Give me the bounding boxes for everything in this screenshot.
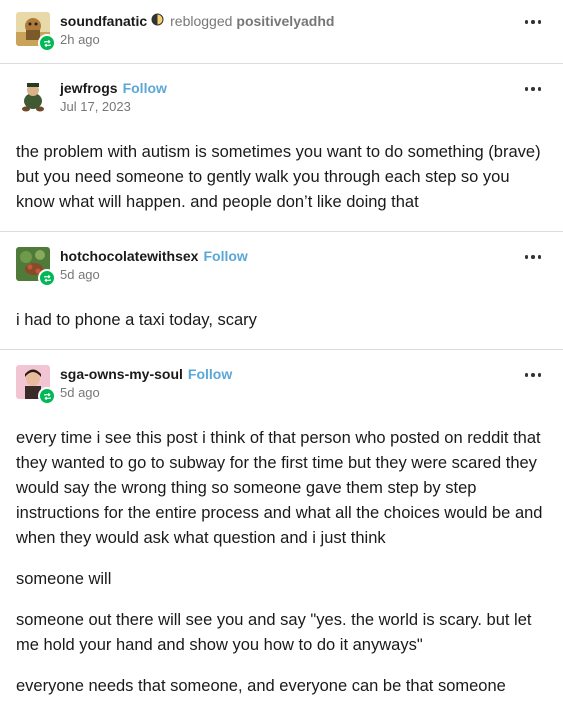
reblog-icon	[38, 34, 56, 52]
avatar-jewfrogs[interactable]	[16, 79, 50, 113]
follow-button[interactable]: Follow	[203, 247, 247, 265]
post-username[interactable]: jewfrogs	[60, 79, 118, 97]
post-paragraph: someone will	[16, 570, 112, 588]
avatar-hotchocolatewithsex[interactable]	[16, 247, 56, 287]
post-date[interactable]: 5d ago	[60, 266, 248, 284]
post-paragraph: every time i see this post i think of th…	[16, 429, 543, 547]
post-header: jewfrogs Follow Jul 17, 2023	[0, 79, 563, 116]
reblog-icon	[38, 269, 56, 287]
follow-button[interactable]: Follow	[188, 365, 232, 383]
post-paragraph: i had to phone a taxi today, scary	[16, 311, 257, 329]
post-body: every time i see this post i think of th…	[0, 426, 563, 699]
post-paragraph: the problem with autism is sometimes you…	[16, 143, 541, 211]
post-hotchocolatewithsex: hotchocolatewithsex Follow 5d ago	[0, 247, 563, 287]
more-options-icon[interactable]	[524, 255, 541, 259]
post-header: sga-owns-my-soul Follow 5d ago	[0, 365, 563, 405]
reblogged-from-username[interactable]: positivelyadhd	[236, 12, 334, 30]
post-sga-owns-my-soul: sga-owns-my-soul Follow 5d ago	[0, 365, 563, 405]
divider	[0, 349, 563, 350]
post-author-line: sga-owns-my-soul Follow	[60, 365, 232, 383]
follow-button[interactable]: Follow	[123, 79, 167, 97]
post-paragraph: someone out there will see you and say "…	[16, 611, 532, 654]
post-date[interactable]: Jul 17, 2023	[60, 98, 167, 116]
more-options-icon[interactable]	[524, 373, 541, 377]
post-author-line: jewfrogs Follow	[60, 79, 167, 97]
post-date[interactable]: 5d ago	[60, 384, 232, 402]
reblog-meta: soundfanatic reblogged positivelyadhd 2h…	[60, 12, 334, 49]
divider	[0, 63, 563, 64]
reblog-line: soundfanatic reblogged positivelyadhd	[60, 12, 334, 30]
reblog-header: soundfanatic reblogged positivelyadhd 2h…	[0, 12, 563, 52]
reblogger-username[interactable]: soundfanatic	[60, 12, 147, 30]
post-paragraph: everyone needs that someone, and everyon…	[16, 677, 506, 695]
post-username[interactable]: hotchocolatewithsex	[60, 247, 198, 265]
avatar-image	[16, 79, 50, 113]
reblog-icon	[38, 387, 56, 405]
reblogged-label: reblogged	[170, 13, 233, 29]
post-meta: jewfrogs Follow Jul 17, 2023	[60, 79, 167, 116]
reblog-time[interactable]: 2h ago	[60, 31, 334, 49]
post-jewfrogs: jewfrogs Follow Jul 17, 2023	[0, 79, 563, 116]
more-options-icon[interactable]	[524, 87, 541, 91]
more-options-icon[interactable]	[524, 20, 541, 24]
divider	[0, 231, 563, 232]
post-header: hotchocolatewithsex Follow 5d ago	[0, 247, 563, 287]
half-moon-badge-icon	[151, 12, 164, 30]
reblog-header-row: soundfanatic reblogged positivelyadhd 2h…	[0, 12, 563, 52]
post-meta: sga-owns-my-soul Follow 5d ago	[60, 365, 232, 402]
post-text: the problem with autism is sometimes you…	[0, 140, 563, 215]
post-text: i had to phone a taxi today, scary	[0, 308, 563, 333]
post-text: every time i see this post i think of th…	[0, 426, 563, 699]
avatar-sga-owns-my-soul[interactable]	[16, 365, 56, 405]
avatar-soundfanatic[interactable]	[16, 12, 56, 52]
post-meta: hotchocolatewithsex Follow 5d ago	[60, 247, 248, 284]
post-author-line: hotchocolatewithsex Follow	[60, 247, 248, 265]
post-body: the problem with autism is sometimes you…	[0, 140, 563, 215]
post-body: i had to phone a taxi today, scary	[0, 308, 563, 333]
post-username[interactable]: sga-owns-my-soul	[60, 365, 183, 383]
